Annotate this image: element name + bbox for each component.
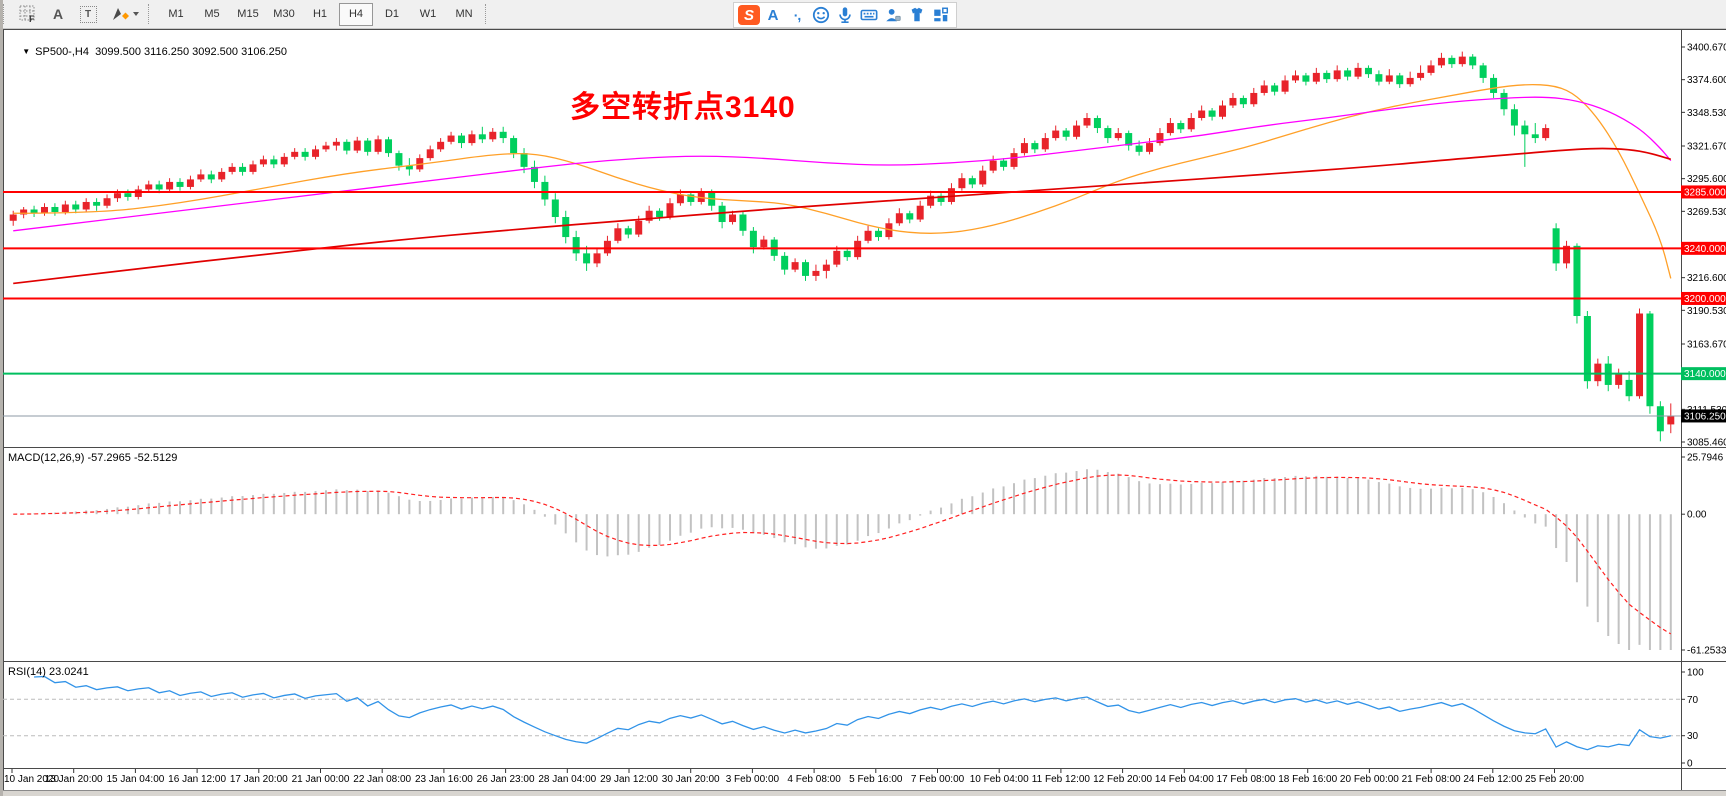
svg-text:70: 70 (1687, 695, 1699, 706)
svg-text:0: 0 (1687, 759, 1693, 770)
svg-text:15 Jan 04:00: 15 Jan 04:00 (106, 774, 164, 785)
timeframe-w1[interactable]: W1 (411, 3, 445, 26)
toolbar-grip[interactable] (485, 4, 490, 24)
svg-text:F: F (29, 14, 35, 23)
svg-text:26 Jan 23:00: 26 Jan 23:00 (477, 774, 535, 785)
svg-text:3140.000: 3140.000 (1684, 369, 1726, 380)
svg-text:3111.530: 3111.530 (1687, 405, 1726, 416)
skin-icon[interactable] (905, 4, 929, 26)
svg-text:3374.600: 3374.600 (1687, 75, 1726, 86)
window-bottom-strip (0, 790, 1726, 796)
timeframe-h1[interactable]: H1 (303, 3, 337, 26)
chevron-down-icon (133, 12, 139, 16)
timeframe-h4[interactable]: H4 (339, 3, 373, 26)
svg-text:17 Feb 08:00: 17 Feb 08:00 (1217, 774, 1276, 785)
svg-text:17 Jan 20:00: 17 Jan 20:00 (230, 774, 288, 785)
svg-text:3321.670: 3321.670 (1687, 141, 1726, 152)
microphone-icon[interactable] (833, 4, 857, 26)
chart-dropdown-icon[interactable]: ▼ (22, 47, 30, 56)
arrows-icon (110, 5, 130, 23)
svg-text:18 Feb 16:00: 18 Feb 16:00 (1278, 774, 1337, 785)
svg-text:14 Feb 04:00: 14 Feb 04:00 (1155, 774, 1214, 785)
svg-text:3240.000: 3240.000 (1684, 244, 1726, 255)
timeframe-m1[interactable]: M1 (159, 3, 193, 26)
svg-text:3348.530: 3348.530 (1687, 108, 1726, 119)
emoji-icon[interactable] (809, 4, 833, 26)
annotation-text[interactable]: 多空转折点3140 (570, 82, 796, 126)
ime-toolbar: S A ·, (733, 2, 957, 28)
svg-text:3400.670: 3400.670 (1687, 43, 1726, 54)
account-icon[interactable] (881, 4, 905, 26)
svg-text:23 Jan 16:00: 23 Jan 16:00 (415, 774, 473, 785)
toolbox-icon[interactable] (929, 4, 953, 26)
svg-text:25.7946: 25.7946 (1687, 453, 1724, 464)
svg-text:21 Jan 00:00: 21 Jan 00:00 (292, 774, 350, 785)
timeframe-m30[interactable]: M30 (267, 3, 301, 26)
svg-text:7 Feb 00:00: 7 Feb 00:00 (911, 774, 965, 785)
svg-text:3269.530: 3269.530 (1687, 207, 1726, 218)
svg-text:11 Feb 12:00: 11 Feb 12:00 (1032, 774, 1091, 785)
svg-text:30: 30 (1687, 731, 1699, 742)
svg-text:-61.2533: -61.2533 (1687, 646, 1726, 657)
timeframe-m5[interactable]: M5 (195, 3, 229, 26)
label-a-icon: A (53, 6, 63, 22)
svg-text:10 Feb 04:00: 10 Feb 04:00 (970, 774, 1029, 785)
svg-text:20 Feb 00:00: 20 Feb 00:00 (1340, 774, 1399, 785)
chart-plot-area[interactable] (8, 29, 1676, 447)
label-tool-button[interactable]: A (44, 2, 72, 26)
svg-text:24 Feb 12:00: 24 Feb 12:00 (1463, 774, 1522, 785)
svg-text:4 Feb 08:00: 4 Feb 08:00 (787, 774, 841, 785)
svg-text:3216.600: 3216.600 (1687, 273, 1726, 284)
text-tool-button[interactable]: T (74, 2, 102, 26)
svg-text:13 Jan 20:00: 13 Jan 20:00 (45, 774, 103, 785)
keyboard-icon[interactable] (857, 4, 881, 26)
macd-label: MACD(12,26,9) -57.2965 -52.5129 (8, 452, 177, 464)
timeframe-m15[interactable]: M15 (231, 3, 265, 26)
svg-text:3295.600: 3295.600 (1687, 174, 1726, 185)
sogou-logo-icon[interactable]: S (737, 4, 761, 26)
svg-text:3 Feb 00:00: 3 Feb 00:00 (726, 774, 780, 785)
svg-text:21 Feb 08:00: 21 Feb 08:00 (1402, 774, 1461, 785)
svg-text:5 Feb 16:00: 5 Feb 16:00 (849, 774, 903, 785)
svg-text:16 Jan 12:00: 16 Jan 12:00 (168, 774, 226, 785)
timeframe-d1[interactable]: D1 (375, 3, 409, 26)
toolbar-grip[interactable] (3, 4, 8, 24)
toolbar-grip[interactable] (148, 4, 153, 24)
template-button[interactable]: F (14, 2, 42, 26)
chart-canvas[interactable]: 3285.0003240.0003200.0003140.0003106.250… (0, 0, 1726, 796)
svg-text:3200.000: 3200.000 (1684, 294, 1726, 305)
svg-text:25 Feb 20:00: 25 Feb 20:00 (1525, 774, 1584, 785)
mt4-window: F A T M1 M5 M15 M30 H1 H4 D1 W1 MN (0, 0, 1726, 796)
punctuation-icon[interactable]: ·, (785, 4, 809, 26)
svg-text:3285.000: 3285.000 (1684, 187, 1726, 198)
window-left-edge (0, 0, 3, 796)
rsi-label: RSI(14) 23.0241 (8, 666, 89, 678)
svg-text:3163.670: 3163.670 (1687, 339, 1726, 350)
template-grid-icon: F (19, 5, 37, 23)
svg-text:28 Jan 04:00: 28 Jan 04:00 (538, 774, 596, 785)
svg-text:3190.530: 3190.530 (1687, 306, 1726, 317)
text-t-icon: T (80, 6, 97, 23)
svg-text:3085.460: 3085.460 (1687, 438, 1726, 449)
chart-title: ▼SP500-,H4 3099.500 3116.250 3092.500 31… (10, 34, 287, 70)
svg-text:12 Feb 20:00: 12 Feb 20:00 (1093, 774, 1152, 785)
svg-text:29 Jan 12:00: 29 Jan 12:00 (600, 774, 658, 785)
svg-text:30 Jan 20:00: 30 Jan 20:00 (662, 774, 720, 785)
arrows-tool-button[interactable] (104, 2, 144, 26)
latin-mode-icon[interactable]: A (761, 4, 785, 26)
timeframe-mn[interactable]: MN (447, 3, 481, 26)
svg-text:22 Jan 08:00: 22 Jan 08:00 (353, 774, 411, 785)
svg-text:100: 100 (1687, 668, 1704, 679)
svg-text:0.00: 0.00 (1687, 510, 1707, 521)
